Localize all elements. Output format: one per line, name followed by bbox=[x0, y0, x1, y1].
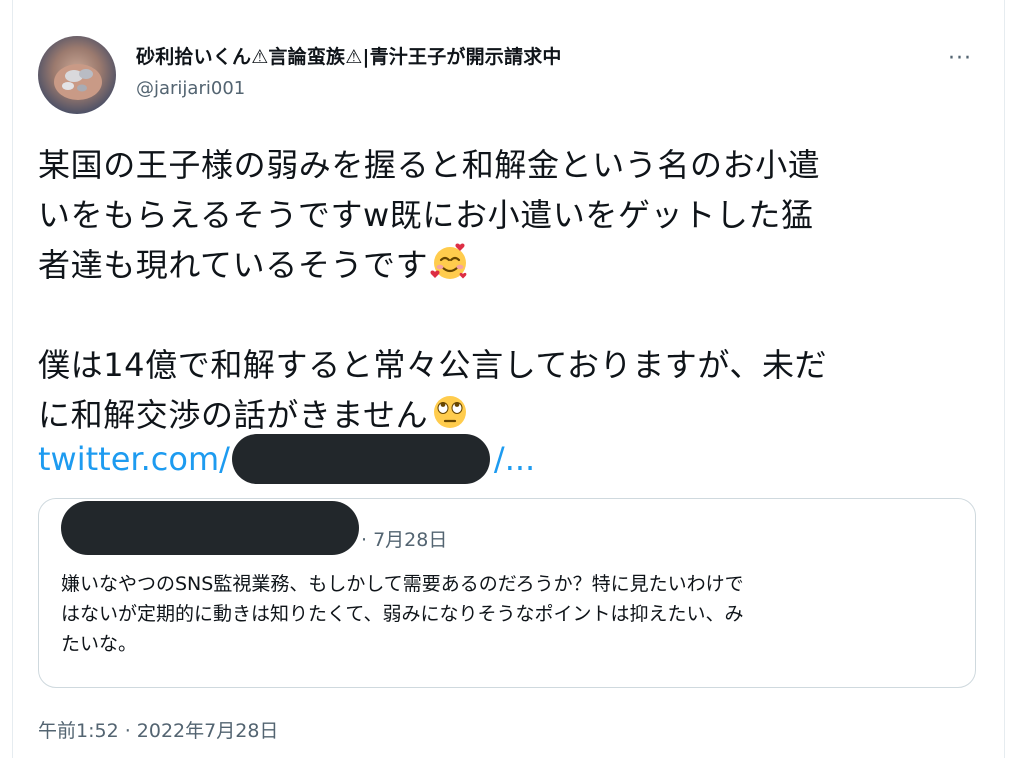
column-border-right bbox=[1004, 0, 1005, 758]
quoted-tweet-card[interactable]: · 7月28日 嫌いなやつのSNS監視業務、もしかして需要あるのだろうか？特に見… bbox=[38, 498, 976, 688]
tweet-page: 砂利拾いくん⚠言論蛮族⚠|青汁王子が開示請求中 @jarijari001 ···… bbox=[0, 0, 1024, 758]
display-name[interactable]: 砂利拾いくん⚠言論蛮族⚠|青汁王子が開示請求中 bbox=[136, 42, 562, 69]
link-prefix[interactable]: twitter.com/ bbox=[38, 432, 230, 486]
tweet-timestamp[interactable]: 午前1:52 · 2022年7月28日 bbox=[38, 716, 278, 743]
link-suffix[interactable]: /... bbox=[494, 432, 535, 486]
face-with-rolling-eyes-icon bbox=[434, 396, 467, 428]
more-options-icon[interactable]: ··· bbox=[940, 40, 980, 76]
tweet-line-text: 者達も現れているそうです bbox=[38, 246, 429, 284]
smiling-face-with-hearts-icon bbox=[430, 243, 467, 279]
redaction-bar bbox=[231, 434, 490, 484]
quoted-tweet-date[interactable]: · 7月28日 bbox=[361, 525, 447, 552]
tweet-link[interactable]: twitter.com/ /... bbox=[38, 432, 535, 486]
quoted-tweet-text: 嫌いなやつのSNS監視業務、もしかして需要あるのだろうか？特に見たいわけで はな… bbox=[61, 569, 961, 659]
tweet-line: 某国の王子様の弱みを握ると和解金という名のお小遣 bbox=[38, 146, 821, 184]
tweet-line: いをもらえるそうですw既にお小遣いをゲットした猛 bbox=[38, 196, 814, 234]
quoted-tweet-line: 嫌いなやつのSNS監視業務、もしかして需要あるのだろうか？特に見たいわけで bbox=[61, 573, 744, 595]
tweet-text: 某国の王子様の弱みを握ると和解金という名のお小遣 いをもらえるそうですw既にお小… bbox=[38, 140, 978, 440]
quoted-tweet-line: はないが定期的に動きは知りたくて、弱みになりそうなポイントは抑えたい、み bbox=[61, 603, 744, 625]
redaction-bar bbox=[61, 501, 359, 555]
tweet-line: 僕は14億で和解すると常々公言しておりますが、未だ bbox=[38, 346, 828, 384]
column-border-left bbox=[12, 0, 13, 758]
quoted-tweet-line: たいな。 bbox=[61, 633, 138, 655]
tweet-line-text: に和解交渉の話がきません bbox=[38, 396, 429, 434]
tweet-line: 者達も現れているそうです bbox=[38, 240, 978, 290]
user-handle[interactable]: @jarijari001 bbox=[136, 78, 245, 99]
avatar[interactable] bbox=[38, 36, 116, 114]
